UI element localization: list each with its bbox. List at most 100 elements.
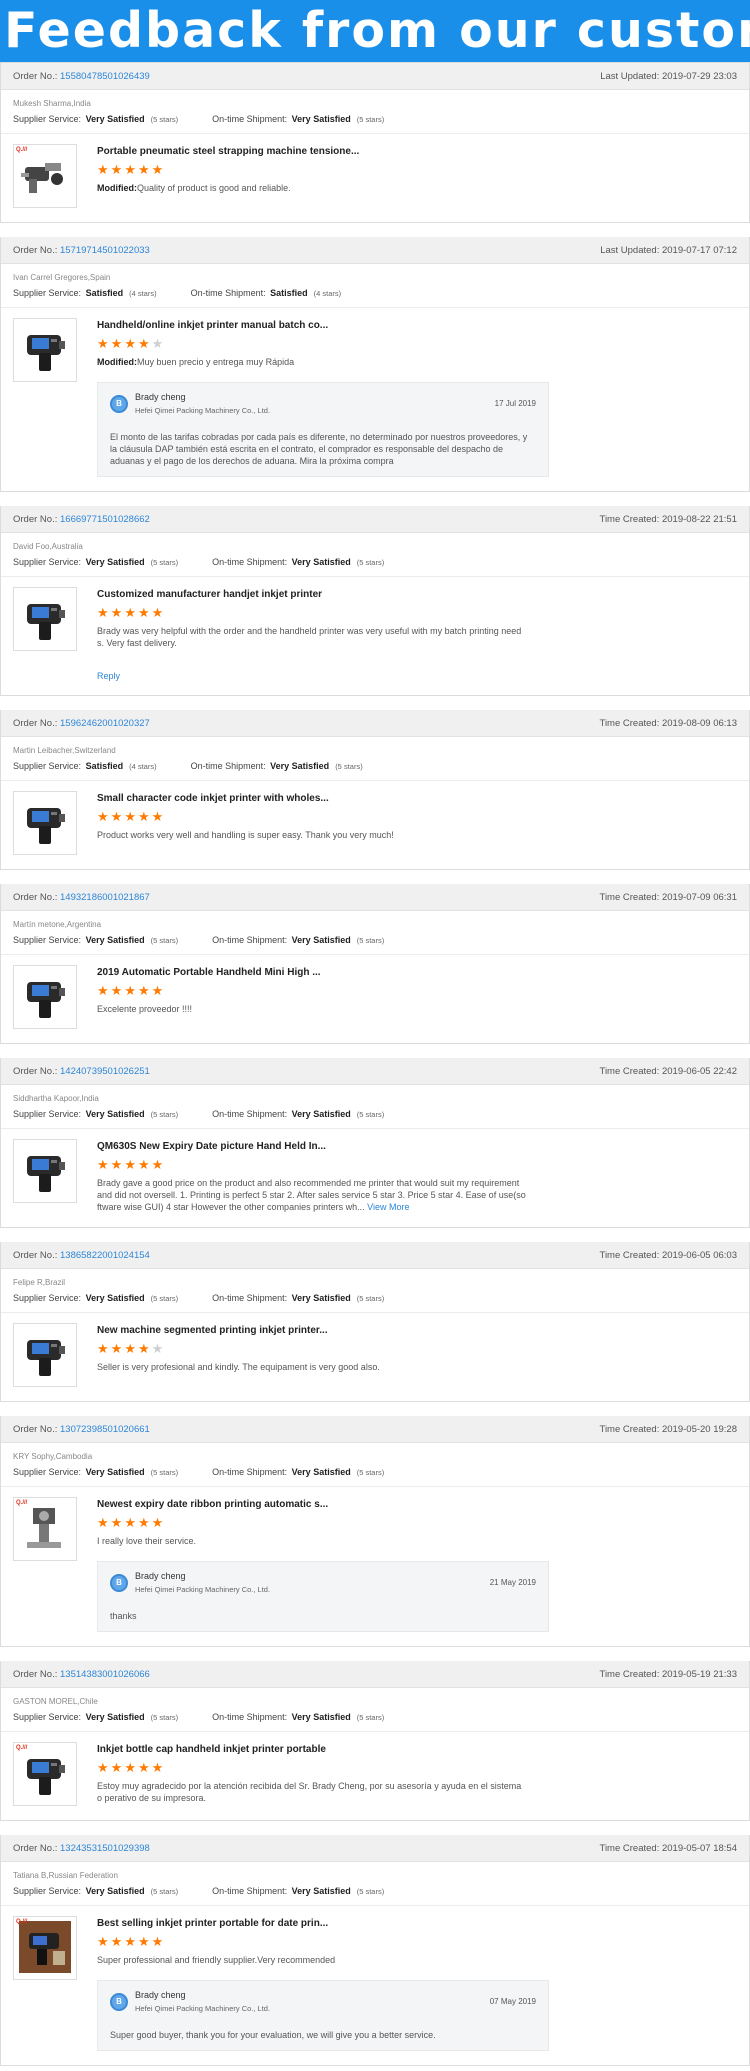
buyer-name: Siddhartha Kapoor,India — [13, 1094, 99, 1103]
seller-reply: B Brady cheng Hefei Qimei Packing Machiner… — [97, 1561, 549, 1632]
order-number-link[interactable]: 16669771501028662 — [60, 514, 150, 525]
order-number-link[interactable]: 14240739501026251 — [60, 1066, 150, 1077]
service-ratings: Supplier Service: Very Satisfied (5 stars… — [1, 1287, 749, 1313]
feedback-card: Order No.: 15580478501026439 Last Updated… — [0, 62, 750, 223]
product-thumbnail[interactable] — [13, 965, 77, 1029]
supplier-value: Very Satisfied — [85, 557, 145, 567]
product-title-link[interactable]: Best selling inkjet printer portable for… — [97, 1918, 737, 1929]
time-value: 2019-07-17 07:12 — [661, 244, 737, 256]
order-info: Order No.: 13514383001026066 — [13, 1669, 150, 1680]
handheld-printer-icon — [19, 1328, 71, 1382]
supplier-service-rating: Supplier Service: Very Satisfied (5 stars… — [13, 1109, 178, 1119]
product-review: New machine segmented printing inkjet pr… — [1, 1313, 749, 1401]
product-title-link[interactable]: New machine segmented printing inkjet pr… — [97, 1325, 737, 1336]
product-thumbnail[interactable]: Q./// — [13, 1916, 77, 1980]
time-label: Last Updated: — [600, 244, 660, 256]
order-label: Order No.: — [13, 1668, 58, 1680]
review-info: 2019 Automatic Portable Handheld Mini Hi… — [97, 965, 737, 1029]
review-comment: Modified:Quality of product is good and … — [97, 182, 527, 194]
buyer-name: David Foo,Australia — [13, 542, 83, 551]
product-title-link[interactable]: Small character code inkjet printer with… — [97, 793, 737, 804]
order-number-link[interactable]: 13865822001024154 — [60, 1250, 150, 1261]
star-filled-icon: ★ — [97, 336, 109, 351]
product-thumbnail[interactable]: Q./// — [13, 144, 77, 208]
handheld-printer-icon — [19, 970, 71, 1024]
order-header: Order No.: 15962462001020327 Time Created… — [1, 710, 749, 737]
star-filled-icon: ★ — [137, 809, 150, 824]
service-ratings: Supplier Service: Very Satisfied (5 stars… — [1, 108, 749, 134]
order-header: Order No.: 13865822001024154 Time Created… — [1, 1242, 749, 1269]
star-filled-icon: ★ — [97, 1341, 109, 1356]
shipment-rating: On-time Shipment: Very Satisfied (5 stars… — [212, 1293, 384, 1303]
feedback-card: Order No.: 15719714501022033 Last Updated… — [0, 237, 750, 492]
product-title-link[interactable]: QM630S New Expiry Date picture Hand Held… — [97, 1141, 737, 1152]
supplier-label: Supplier Service: — [13, 1712, 82, 1722]
supplier-value: Satisfied — [85, 288, 124, 298]
star-filled-icon: ★ — [137, 983, 150, 998]
reply-link[interactable]: Reply — [97, 671, 120, 681]
review-info: Newest expiry date ribbon printing autom… — [97, 1497, 737, 1632]
order-time: Time Created: 2019-05-19 21:33 — [600, 1669, 738, 1680]
product-thumbnail[interactable] — [13, 318, 77, 382]
shipment-rating: On-time Shipment: Satisfied (4 stars) — [191, 288, 342, 298]
reply-author-info: Brady cheng Hefei Qimei Packing Machinery… — [135, 1571, 270, 1594]
star-filled-icon: ★ — [124, 983, 136, 998]
buyer-name: Mukesh Sharma,India — [13, 99, 91, 108]
star-filled-icon: ★ — [137, 1934, 150, 1949]
product-title-link[interactable]: Handheld/online inkjet printer manual ba… — [97, 320, 737, 331]
shipment-value: Very Satisfied — [291, 1293, 351, 1303]
brand-badge: Q./// — [16, 1919, 28, 1925]
supplier-value: Very Satisfied — [85, 1109, 145, 1119]
product-thumbnail[interactable] — [13, 587, 77, 651]
order-info: Order No.: 14240739501026251 — [13, 1066, 150, 1077]
product-title-link[interactable]: Customized manufacturer handjet inkjet p… — [97, 589, 737, 600]
order-number-link[interactable]: 13072398501020661 — [60, 1424, 150, 1435]
star-filled-icon: ★ — [124, 162, 136, 177]
product-thumbnail[interactable] — [13, 791, 77, 855]
seller-reply: B Brady cheng Hefei Qimei Packing Machiner… — [97, 1980, 549, 2051]
product-thumbnail[interactable]: Q./// — [13, 1742, 77, 1806]
product-review: Q./// Inkjet bottle cap handheld inkjet p… — [1, 1732, 749, 1820]
brand-badge: Q./// — [16, 147, 28, 153]
shipment-stars: (5 stars) — [356, 1110, 385, 1119]
order-label: Order No.: — [13, 1423, 58, 1435]
order-number-link[interactable]: 13514383001026066 — [60, 1669, 150, 1680]
shipment-rating: On-time Shipment: Very Satisfied (5 stars… — [212, 935, 384, 945]
shipment-stars: (5 stars) — [356, 1887, 385, 1896]
star-filled-icon: ★ — [110, 1341, 123, 1356]
shipment-label: On-time Shipment: — [212, 114, 288, 124]
order-number-link[interactable]: 14932186001021867 — [60, 892, 150, 903]
product-review: 2019 Automatic Portable Handheld Mini Hi… — [1, 955, 749, 1043]
order-number-link[interactable]: 13243531501029398 — [60, 1843, 150, 1854]
supplier-value: Very Satisfied — [85, 1467, 145, 1477]
time-label: Last Updated: — [600, 70, 660, 82]
time-value: 2019-05-19 21:33 — [661, 1668, 737, 1680]
order-number-link[interactable]: 15962462001020327 — [60, 718, 150, 729]
review-info: Best selling inkjet printer portable for… — [97, 1916, 737, 2051]
supplier-service-rating: Supplier Service: Very Satisfied (5 stars… — [13, 1886, 178, 1896]
view-more-link[interactable]: View More — [367, 1202, 409, 1212]
review-comment: Excelente proveedor !!!! — [97, 1003, 527, 1015]
product-title-link[interactable]: 2019 Automatic Portable Handheld Mini Hi… — [97, 967, 737, 978]
product-thumbnail[interactable] — [13, 1323, 77, 1387]
supplier-service-rating: Supplier Service: Very Satisfied (5 stars… — [13, 1712, 178, 1722]
product-thumbnail[interactable] — [13, 1139, 77, 1203]
order-label: Order No.: — [13, 1065, 58, 1077]
reply-author-name: Brady cheng — [135, 1571, 186, 1581]
order-time: Time Created: 2019-07-09 06:31 — [600, 892, 738, 903]
order-info: Order No.: 14932186001021867 — [13, 892, 150, 903]
review-comment: Product works very well and handling is … — [97, 829, 527, 841]
time-value: 2019-07-09 06:31 — [661, 891, 737, 903]
order-number-link[interactable]: 15719714501022033 — [60, 245, 150, 256]
shipment-stars: (5 stars) — [356, 1294, 385, 1303]
star-filled-icon: ★ — [124, 809, 136, 824]
star-filled-icon: ★ — [110, 162, 123, 177]
product-title-link[interactable]: Newest expiry date ribbon printing autom… — [97, 1499, 737, 1510]
product-title-link[interactable]: Portable pneumatic steel strapping machi… — [97, 146, 737, 157]
product-title-link[interactable]: Inkjet bottle cap handheld inkjet printe… — [97, 1744, 737, 1755]
product-thumbnail[interactable]: Q./// — [13, 1497, 77, 1561]
reply-body: thanks — [110, 1611, 137, 1621]
review-comment: Seller is very profesional and kindly. T… — [97, 1361, 527, 1373]
order-number-link[interactable]: 15580478501026439 — [60, 71, 150, 82]
star-filled-icon: ★ — [124, 1341, 136, 1356]
